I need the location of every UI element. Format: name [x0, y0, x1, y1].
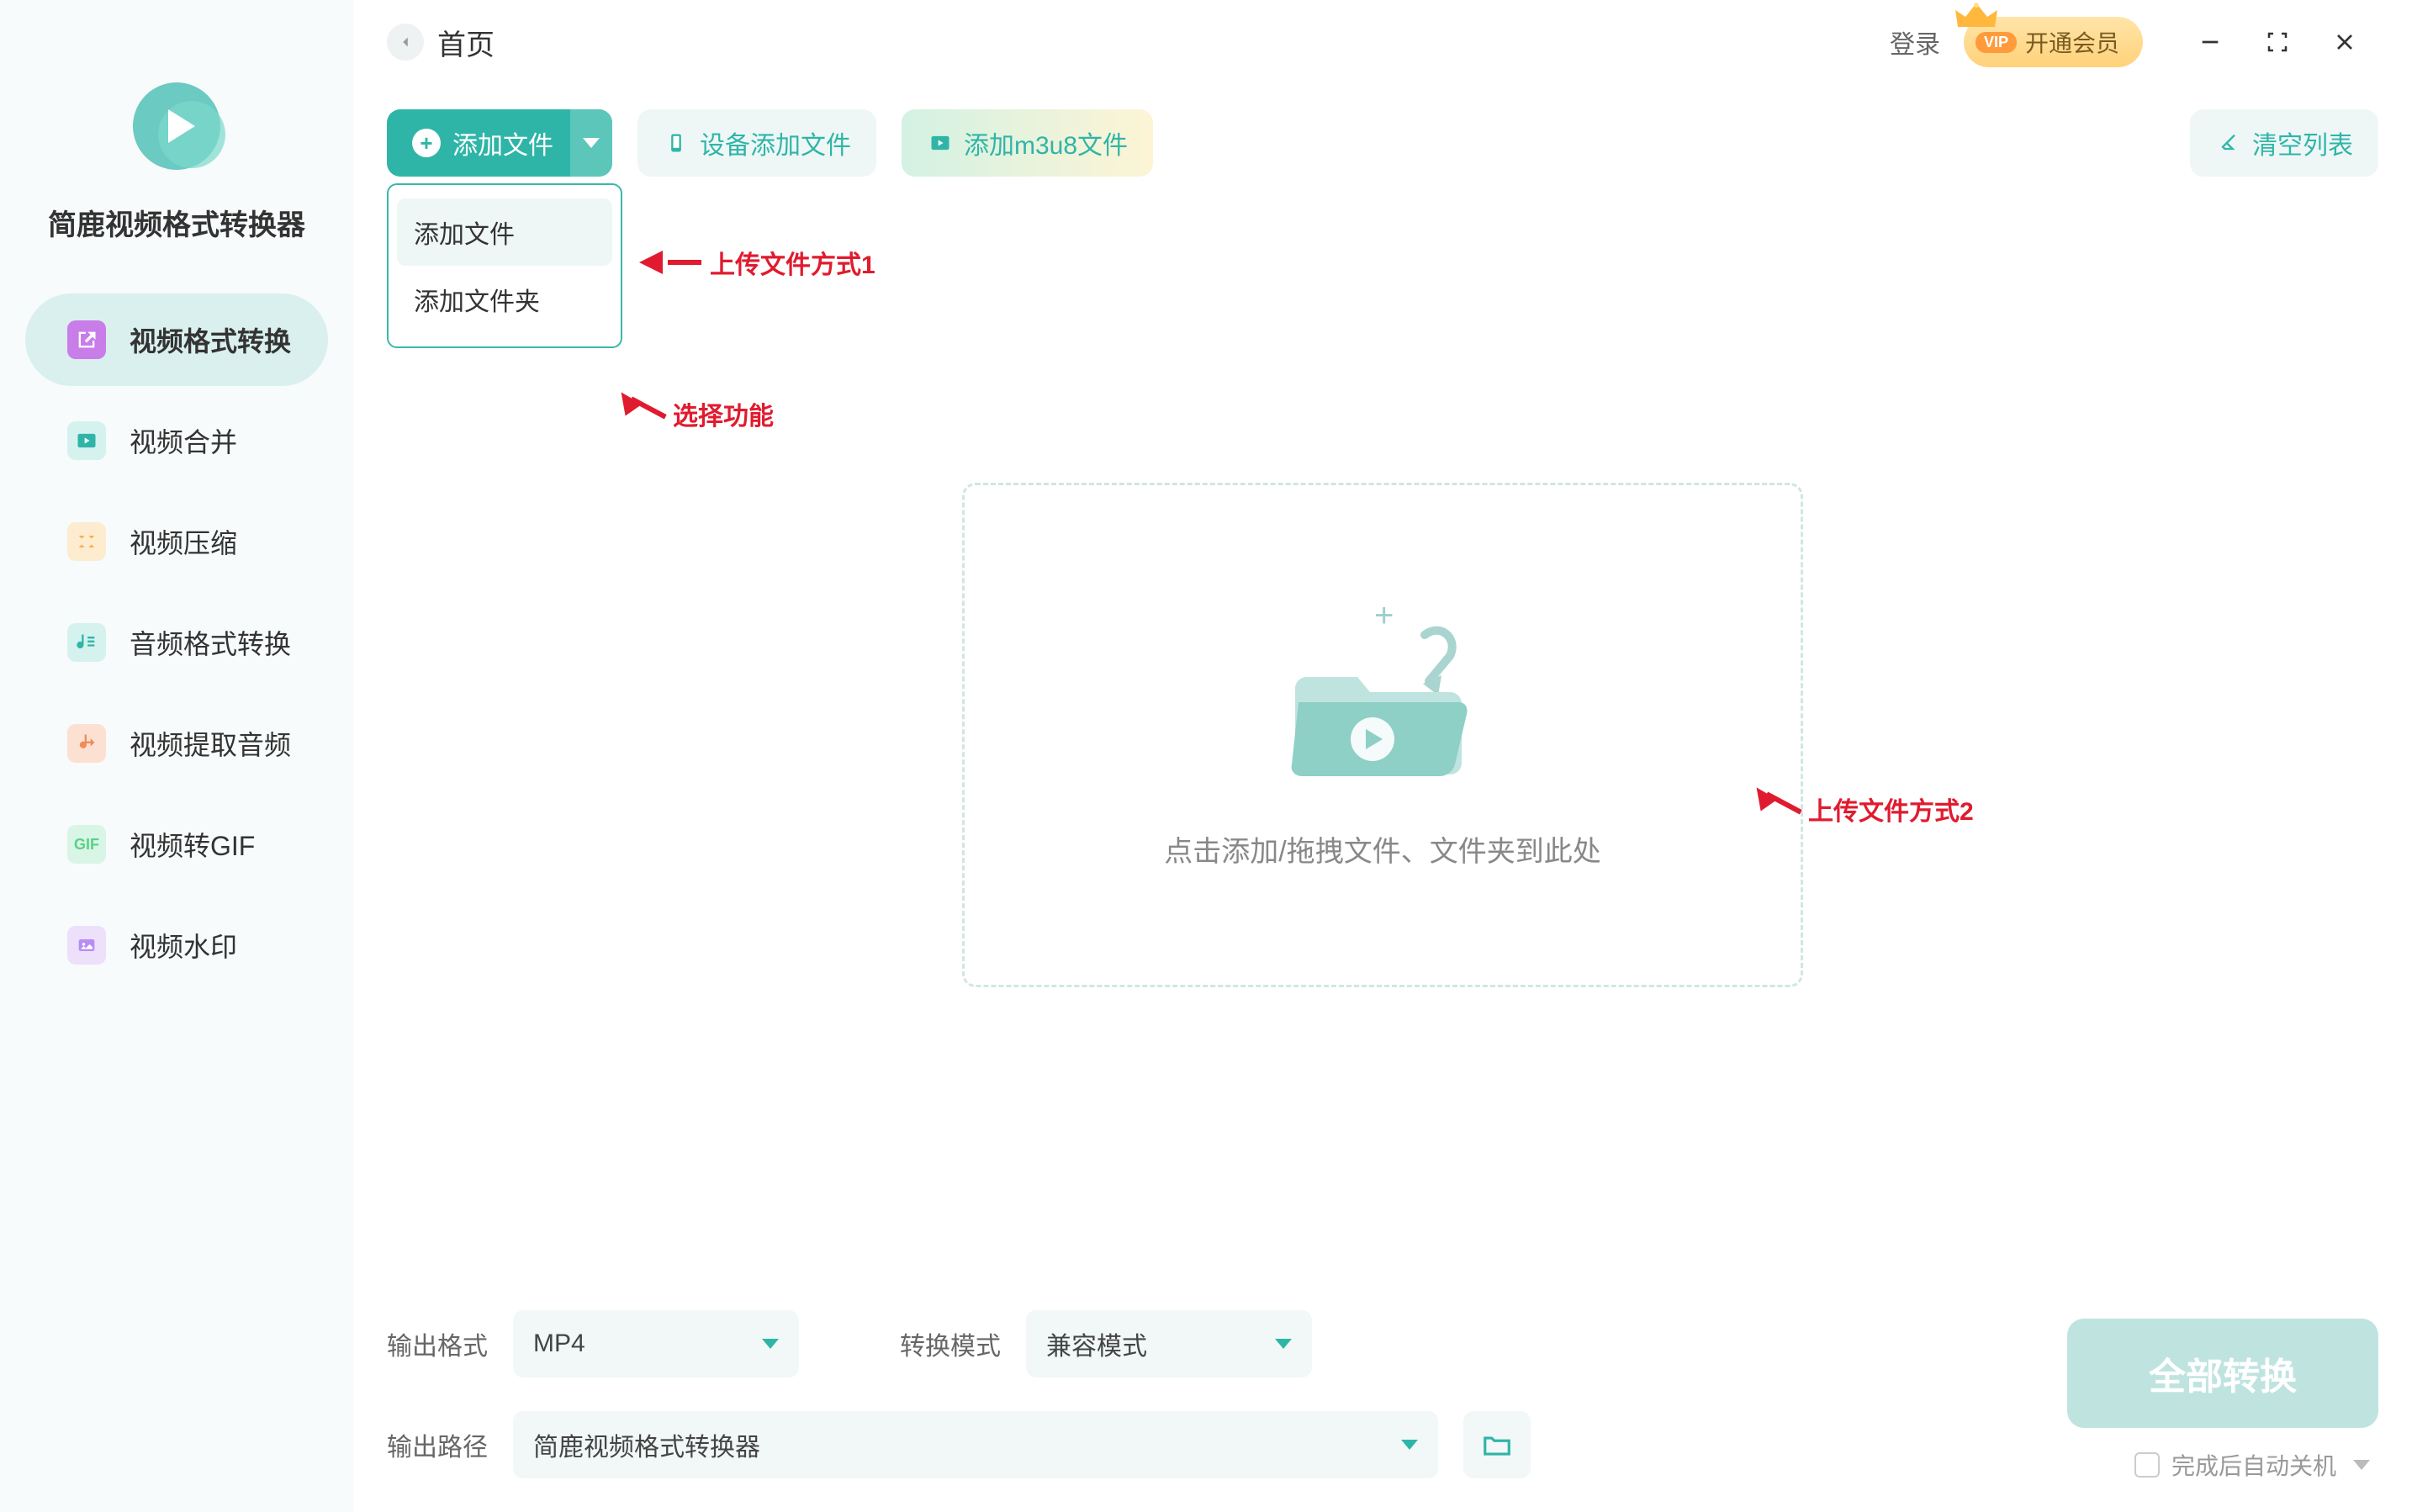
plus-icon: + [412, 129, 441, 157]
checkbox-icon [2134, 1452, 2160, 1478]
convert-icon [67, 320, 106, 359]
gif-icon: GIF [67, 825, 106, 864]
sidebar-item-compress[interactable]: 视频压缩 [25, 495, 328, 588]
device-add-label: 设备添加文件 [700, 124, 851, 161]
minimize-button[interactable] [2177, 17, 2244, 67]
dropdown-add-folder[interactable]: 添加文件夹 [397, 266, 612, 333]
breadcrumb-home[interactable]: 首页 [437, 22, 495, 63]
convert-mode-select[interactable]: 兼容模式 [1026, 1310, 1312, 1377]
login-link[interactable]: 登录 [1890, 24, 1940, 61]
nav: 视频格式转换 视频合并 视频压缩 音频格式转换 视频提取音频 GIF 视频转GI… [0, 293, 353, 1000]
nav-label: 视频合并 [130, 421, 237, 460]
add-m3u8-button[interactable]: 添加m3u8文件 [902, 109, 1153, 177]
logo-icon [126, 76, 227, 177]
svg-text:+: + [1374, 601, 1394, 634]
clear-list-label: 清空列表 [2252, 124, 2353, 161]
folder-illustration: + [1273, 601, 1492, 786]
nav-label: 视频格式转换 [130, 320, 291, 359]
sidebar-item-gif[interactable]: GIF 视频转GIF [25, 798, 328, 891]
folder-icon [1481, 1429, 1513, 1461]
convert-all-button[interactable]: 全部转换 [2067, 1319, 2378, 1428]
watermark-icon [67, 926, 106, 965]
m3u8-icon [927, 130, 954, 156]
audio-convert-icon [67, 623, 106, 662]
dropzone[interactable]: + 点击添加/拖拽文件、文件夹到此处 [962, 483, 1803, 987]
output-path-input[interactable]: 简鹿视频格式转换器 [513, 1411, 1438, 1478]
dropdown-add-file[interactable]: 添加文件 [397, 198, 612, 266]
m3u8-label: 添加m3u8文件 [964, 124, 1128, 161]
add-file-button[interactable]: + 添加文件 [387, 109, 612, 177]
chevron-down-icon [1401, 1440, 1418, 1450]
nav-label: 视频压缩 [130, 522, 237, 561]
back-button[interactable] [387, 24, 424, 61]
app-title: 简鹿视频格式转换器 [48, 202, 305, 243]
nav-label: 视频提取音频 [130, 724, 291, 763]
crown-icon [1954, 2, 1999, 37]
nav-label: 音频格式转换 [130, 623, 291, 662]
extract-audio-icon [67, 724, 106, 763]
device-icon [663, 130, 690, 156]
add-file-label: 添加文件 [452, 124, 553, 161]
output-path-label: 输出路径 [387, 1426, 488, 1463]
titlebar: 首页 登录 VIP 开通会员 [353, 0, 2412, 84]
sidebar: 简鹿视频格式转换器 视频格式转换 视频合并 视频压缩 音频格式转换 视频提取音频… [0, 0, 353, 1512]
app-logo: 简鹿视频格式转换器 [48, 76, 305, 243]
compress-icon [67, 522, 106, 561]
sidebar-item-video-convert[interactable]: 视频格式转换 [25, 293, 328, 386]
chevron-down-icon [583, 138, 600, 148]
vip-text: 开通会员 [2025, 25, 2119, 59]
chevron-down-icon [762, 1339, 779, 1349]
main: 首页 登录 VIP 开通会员 + 添加文件 设备添加文件 添加m3u8文件 [353, 0, 2412, 1512]
sidebar-item-audio-convert[interactable]: 音频格式转换 [25, 596, 328, 689]
add-file-dropdown: 添加文件 添加文件夹 [387, 183, 622, 348]
chevron-down-icon [2353, 1460, 2370, 1470]
content-area: + 点击添加/拖拽文件、文件夹到此处 [353, 185, 2412, 1285]
sidebar-item-merge[interactable]: 视频合并 [25, 394, 328, 487]
footer: 输出格式 MP4 转换模式 兼容模式 输出路径 简鹿视频格式转换器 全部转换 [353, 1285, 2412, 1512]
chevron-down-icon [1275, 1339, 1292, 1349]
device-add-button[interactable]: 设备添加文件 [637, 109, 876, 177]
output-format-select[interactable]: MP4 [513, 1310, 799, 1377]
sidebar-item-watermark[interactable]: 视频水印 [25, 899, 328, 991]
toolbar: + 添加文件 设备添加文件 添加m3u8文件 清空列表 添加文件 添加文件夹 [353, 84, 2412, 185]
clear-list-button[interactable]: 清空列表 [2190, 109, 2378, 177]
vip-button[interactable]: VIP 开通会员 [1964, 17, 2143, 67]
nav-label: 视频转GIF [130, 825, 255, 864]
output-format-label: 输出格式 [387, 1325, 488, 1362]
sidebar-item-extract-audio[interactable]: 视频提取音频 [25, 697, 328, 790]
convert-mode-label: 转换模式 [900, 1325, 1001, 1362]
maximize-button[interactable] [2244, 17, 2311, 67]
merge-icon [67, 421, 106, 460]
broom-icon [2215, 130, 2242, 156]
close-button[interactable] [2311, 17, 2378, 67]
open-folder-button[interactable] [1463, 1411, 1531, 1478]
add-file-dropdown-toggle[interactable] [570, 109, 612, 177]
dropzone-text: 点击添加/拖拽文件、文件夹到此处 [1164, 828, 1600, 870]
auto-shutdown-toggle[interactable]: 完成后自动关机 [2134, 1448, 2370, 1482]
nav-label: 视频水印 [130, 926, 237, 965]
